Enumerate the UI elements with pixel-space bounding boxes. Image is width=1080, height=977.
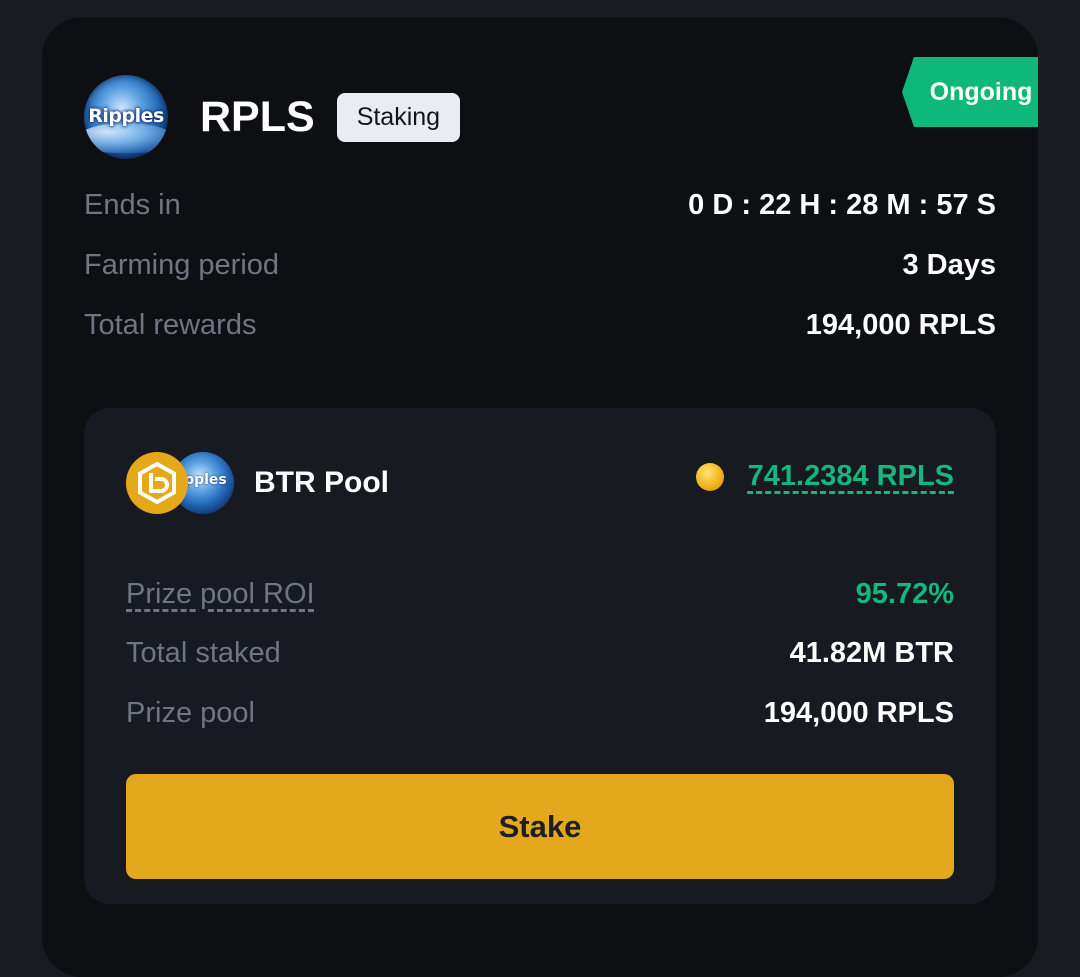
pool-name: BTR Pool: [254, 466, 389, 499]
info-label: Total rewards: [84, 308, 257, 341]
info-value: 3 Days: [902, 248, 996, 281]
prize-pool-roi-label[interactable]: Prize pool ROI: [126, 578, 315, 611]
staking-card: Ripples RPLS Staking Ongoing Ends in 0 D…: [42, 17, 1038, 977]
info-row-ends-in: Ends in 0 D : 22 H : 28 M : 57 S: [84, 185, 996, 225]
pool-value: 41.82M BTR: [789, 636, 954, 669]
pool-logos: ipples: [126, 452, 234, 514]
rpls-token-logo: Ripples: [84, 75, 168, 159]
pool-row-roi: Prize pool ROI 95.72%: [126, 574, 954, 614]
token-logo-text: Ripples: [88, 105, 164, 127]
staking-tag: Staking: [336, 92, 461, 142]
info-label: Ends in: [84, 188, 181, 221]
card-header: Ripples RPLS Staking: [84, 75, 461, 159]
coin-icon: [695, 462, 724, 491]
reward-amount-link[interactable]: 741.2384 RPLS: [748, 460, 954, 493]
pool-header: ipples BTR Pool: [126, 452, 389, 514]
pool-label: Total staked: [126, 636, 281, 669]
pool-label: Prize pool: [126, 696, 255, 729]
info-row-farming-period: Farming period 3 Days: [84, 245, 996, 285]
pool-reward[interactable]: 741.2384 RPLS: [695, 460, 954, 493]
info-label: Farming period: [84, 248, 280, 281]
stake-button[interactable]: Stake: [126, 774, 954, 879]
prize-pool-roi-value: 95.72%: [855, 577, 954, 610]
token-name: RPLS: [200, 92, 315, 141]
pool-row-total-staked: Total staked 41.82M BTR: [126, 633, 954, 673]
btr-logo-icon: [126, 452, 188, 514]
pool-value: 194,000 RPLS: [763, 696, 954, 729]
pool-panel: ipples BTR Pool 741.2384 RPLS Prize pool…: [84, 408, 996, 904]
info-row-total-rewards: Total rewards 194,000 RPLS: [84, 305, 996, 345]
pool-row-prize-pool: Prize pool 194,000 RPLS: [126, 693, 954, 733]
status-ribbon: Ongoing: [902, 57, 1038, 127]
info-value: 194,000 RPLS: [805, 308, 996, 341]
countdown-value: 0 D : 22 H : 28 M : 57 S: [688, 188, 996, 221]
